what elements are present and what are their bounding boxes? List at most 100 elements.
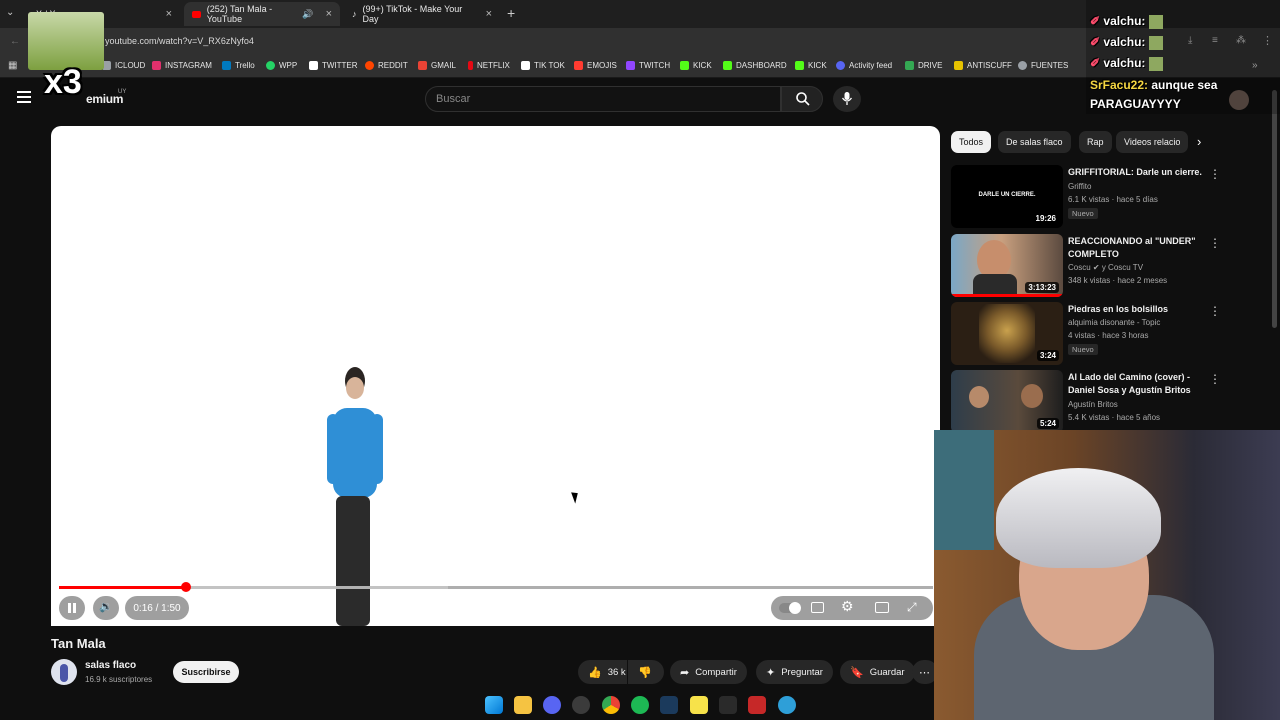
tab-youtube[interactable]: (252) Tan Mala - YouTube 🔊 ×	[184, 2, 340, 26]
recommendation-item[interactable]: 5:24 Al Lado del Camino (cover) - Daniel…	[951, 370, 1251, 434]
back-icon[interactable]: ←	[10, 36, 20, 47]
pause-button[interactable]	[59, 596, 85, 620]
recommendation-item[interactable]: 3:13:23 REACCIONANDO al "UNDER" COMPLETO…	[951, 234, 1251, 298]
bookmark-drive[interactable]: DRIVE	[905, 61, 942, 70]
fullscreen-icon[interactable]: ⤢	[907, 600, 917, 615]
trello-icon	[222, 61, 231, 70]
kebab-menu-icon[interactable]: ⋮	[1209, 372, 1221, 386]
tab-tiktok[interactable]: ♪ (99+) TikTok - Make Your Day ×	[344, 2, 500, 26]
save-button[interactable]: 🔖 Guardar	[840, 660, 915, 684]
tab-list-icon[interactable]: ⌄	[6, 7, 20, 21]
close-tab-icon[interactable]: ×	[326, 8, 332, 20]
bookmark-emojis[interactable]: EMOJIS	[574, 61, 617, 70]
autoplay-toggle[interactable]	[779, 602, 801, 614]
video-thumbnail[interactable]: 5:24	[951, 370, 1063, 433]
bookmark-dashboard[interactable]: DASHBOARD	[723, 61, 787, 70]
sticky-notes-icon[interactable]	[690, 696, 708, 714]
tiktok-favicon-icon: ♪	[352, 9, 357, 19]
settings-gear-icon[interactable]: ⚙	[841, 598, 854, 615]
speaker-icon[interactable]: 🔊	[302, 9, 313, 20]
recommendation-title[interactable]: Piedras en los bolsillos	[1068, 303, 1203, 316]
chip-videos-relacionados[interactable]: Videos relacio	[1116, 131, 1188, 153]
duration-badge: 19:26	[1032, 213, 1059, 224]
chat-user: valchu:	[1103, 14, 1146, 28]
emojis-icon	[574, 61, 583, 70]
kebab-menu-icon[interactable]: ⋮	[1209, 304, 1221, 318]
chrome-icon[interactable]	[602, 696, 620, 714]
epic-games-icon[interactable]	[719, 696, 737, 714]
recommendation-item[interactable]: 3:24 Piedras en los bolsillos alquimia d…	[951, 302, 1251, 366]
new-tab-button[interactable]: +	[507, 5, 515, 21]
kick-icon	[680, 61, 689, 70]
bookmark-trello[interactable]: Trello	[222, 61, 255, 70]
video-thumbnail[interactable]: DARLE UN CIERRE. 19:26	[951, 165, 1063, 228]
chip-de-salas-flaco[interactable]: De salas flaco	[998, 131, 1071, 153]
share-button[interactable]: ➦ Compartir	[670, 660, 747, 684]
app-icon[interactable]	[748, 696, 766, 714]
duration-badge: 3:24	[1036, 350, 1059, 361]
volume-button[interactable]: 🔉	[93, 596, 119, 620]
subtitles-icon[interactable]	[811, 602, 824, 613]
obs-icon[interactable]	[572, 696, 590, 714]
thumbs-down-icon: 👎	[638, 666, 652, 679]
discord-icon[interactable]	[543, 696, 561, 714]
bookmark-activity-feed[interactable]: Activity feed	[836, 61, 892, 70]
chip-todos[interactable]: Todos	[951, 131, 992, 153]
recommendation-title[interactable]: REACCIONANDO al "UNDER" COMPLETO	[1068, 235, 1203, 261]
recommendation-title[interactable]: Al Lado del Camino (cover) - Daniel Sosa…	[1068, 371, 1203, 397]
kebab-menu-icon[interactable]: ⋮	[1209, 167, 1221, 181]
share-arrow-icon: ➦	[680, 666, 690, 679]
channel-name[interactable]: salas flaco	[85, 660, 136, 671]
progress-scrubber[interactable]	[180, 582, 191, 592]
kebab-menu-icon[interactable]: ⋮	[1209, 236, 1221, 250]
bookmark-netflix[interactable]: NETFLIX	[468, 61, 510, 70]
close-tab-icon[interactable]: ×	[486, 8, 492, 20]
bookmark-fuentes[interactable]: FUENTES	[1018, 61, 1068, 70]
chat-text: aunque sea	[1151, 78, 1218, 92]
bookmark-gmail[interactable]: GMAIL	[418, 61, 456, 70]
search-button[interactable]	[781, 86, 823, 112]
bookmark-icon: 🔖	[850, 666, 864, 679]
page-scrollbar[interactable]	[1272, 90, 1277, 328]
spotify-icon[interactable]	[631, 696, 649, 714]
channel-avatar[interactable]	[51, 659, 77, 685]
globe-app-icon[interactable]	[778, 696, 796, 714]
bookmark-kick[interactable]: KICK	[680, 61, 712, 70]
theater-mode-icon[interactable]	[875, 602, 889, 613]
subscribe-button[interactable]: Suscribirse	[173, 661, 239, 683]
bookmark-antiscuff[interactable]: ANTISCUFF	[954, 61, 1012, 70]
dislike-button[interactable]: 👎	[628, 660, 664, 684]
stream-chat-overlay: ✐ valchu: ✐ valchu: ✐ valchu: SrFacu22: …	[1086, 0, 1280, 114]
bookmark-instagram[interactable]: INSTAGRAM	[152, 61, 212, 70]
chevron-right-icon[interactable]: ›	[1197, 134, 1201, 149]
ask-button[interactable]: ✦ Preguntar	[756, 660, 833, 684]
bookmark-reddit[interactable]: REDDIT	[365, 61, 408, 70]
apps-grid-icon[interactable]: ▦	[8, 61, 18, 71]
like-button[interactable]: 👍 36 k	[578, 660, 627, 684]
recommendation-title[interactable]: GRIFFITORIAL: Darle un cierre.	[1068, 166, 1203, 179]
recommendation-meta: 6.1 K vistas · hace 5 días	[1068, 195, 1158, 204]
bookmark-wpp[interactable]: WPP	[266, 61, 297, 70]
bookmark-tiktok[interactable]: TIK TOK	[521, 61, 565, 70]
search-input[interactable]: Buscar	[425, 86, 781, 112]
chat-message: ✐ valchu:	[1090, 14, 1163, 29]
voice-search-button[interactable]	[833, 86, 861, 112]
pencil-icon: ✐	[1090, 56, 1101, 70]
webcam-overlay	[934, 430, 1280, 720]
bookmark-twitch[interactable]: TWITCH	[626, 61, 670, 70]
video-thumbnail[interactable]: 3:24	[951, 302, 1063, 365]
windows-start-icon[interactable]	[485, 696, 503, 714]
url-field[interactable]: youtube.com/watch?v=V_RX6zNyfo4	[105, 36, 254, 46]
video-thumbnail[interactable]: 3:13:23	[951, 234, 1063, 297]
steam-icon[interactable]	[660, 696, 678, 714]
bookmark-icloud[interactable]: ICLOUD	[102, 61, 145, 70]
file-explorer-icon[interactable]	[514, 696, 532, 714]
volume-icon: 🔉	[99, 601, 113, 613]
progress-bar[interactable]	[59, 582, 933, 592]
bookmark-kick-2[interactable]: KICK	[795, 61, 827, 70]
close-tab-icon[interactable]: ×	[166, 8, 172, 20]
recommendation-item[interactable]: DARLE UN CIERRE. 19:26 GRIFFITORIAL: Dar…	[951, 165, 1251, 229]
bookmark-twitter[interactable]: TWITTER	[309, 61, 358, 70]
chip-rap[interactable]: Rap	[1079, 131, 1112, 153]
video-player[interactable]: 🔉 0:16 / 1:50 ⚙ ⤢	[51, 126, 940, 626]
